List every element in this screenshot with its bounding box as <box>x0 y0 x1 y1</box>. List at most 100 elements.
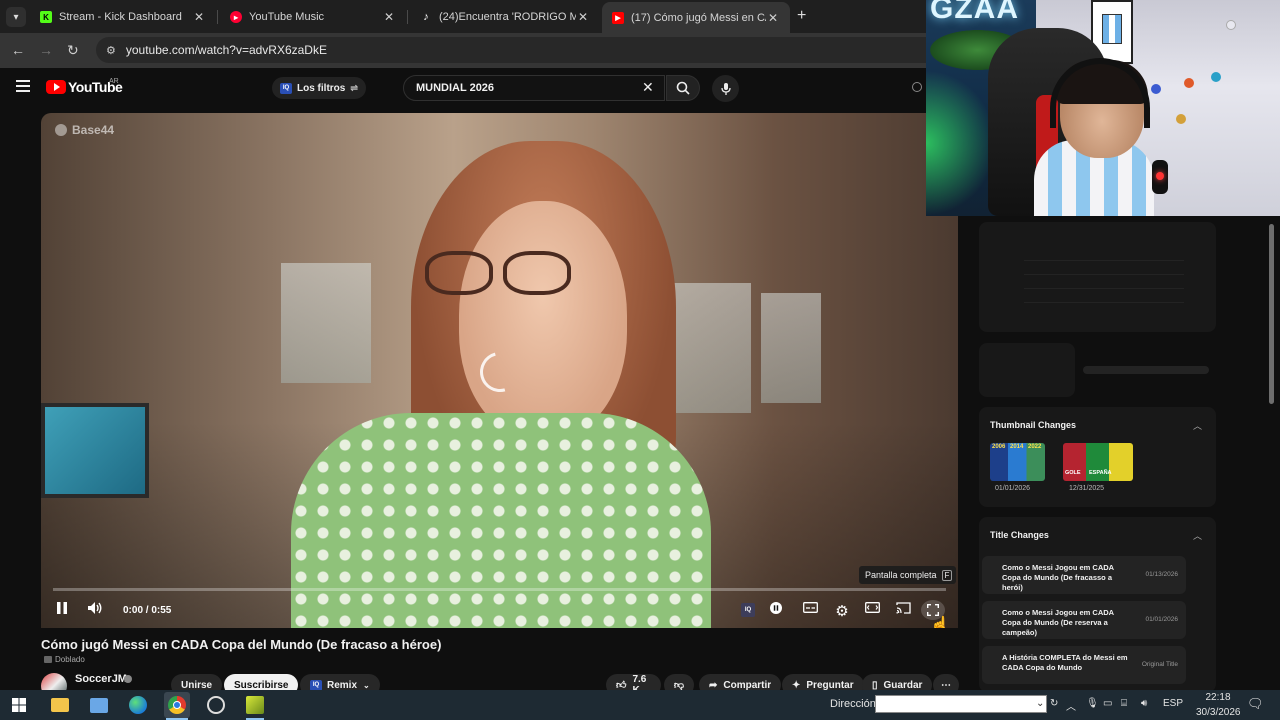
title-change-date: 01/01/2026 <box>1145 616 1178 623</box>
iq-player-button[interactable]: IQ <box>741 603 755 617</box>
collapse-chevron-icon[interactable]: ︿ <box>1193 419 1202 432</box>
scene-glasses <box>425 251 493 295</box>
scene-monitor <box>41 403 149 498</box>
back-arrow-icon[interactable]: ← <box>11 42 25 58</box>
thumbnail-old[interactable]: 2006 2014 2022 <box>990 443 1045 481</box>
title-changes-title: Title Changes <box>990 530 1049 540</box>
chevron-down-icon[interactable]: ⌄ <box>1036 698 1044 709</box>
tooltip-shortcut-key: F <box>941 569 953 581</box>
search-query: MUNDIAL 2026 <box>416 82 495 94</box>
watermark-text: Base44 <box>72 123 115 137</box>
cast-icon <box>895 602 911 614</box>
bookmark-icon: ▯ <box>872 679 878 691</box>
filters-button[interactable]: IQ Los filtros ⇌ <box>272 77 366 99</box>
collapse-chevron-icon[interactable]: ︿ <box>1193 529 1202 542</box>
settings-button[interactable]: ⚙ <box>834 602 850 620</box>
tab-youtube-video[interactable]: ▶ (17) Cómo jugó Messi en CADA ✕ <box>602 2 790 33</box>
fullscreen-tooltip: Pantalla completa F <box>859 566 957 584</box>
skeleton-bar <box>1083 366 1209 374</box>
tab-tiktok[interactable]: ♪ (24)Encuentra 'RODRIGO MORA ✕ <box>410 4 600 30</box>
menu-icon[interactable] <box>16 80 30 95</box>
tray-overflow-icon[interactable]: ︿ <box>1066 698 1076 713</box>
browser-toolbar: ← → ↻ ⚙ youtube.com/watch?v=advRX6zaDkE <box>0 33 926 68</box>
reload-icon[interactable]: ↻ <box>67 42 79 59</box>
game-icon <box>246 696 264 714</box>
close-tab-icon[interactable]: ✕ <box>192 10 206 24</box>
history-icon[interactable] <box>912 82 922 92</box>
close-tab-icon[interactable]: ✕ <box>576 10 590 24</box>
youtube-masthead: YouTube AR IQ Los filtros ⇌ MUNDIAL 2026… <box>0 68 926 108</box>
title-change-row[interactable]: Como o Messi Jogou em CADA Copa do Mundo… <box>982 601 1186 639</box>
share-arrow-icon: ➦ <box>709 679 718 691</box>
tab-kick-dashboard[interactable]: K Stream - Kick Dashboard ✕ <box>30 4 216 30</box>
cast-button[interactable] <box>895 602 911 614</box>
sticker <box>1151 84 1161 94</box>
tab-search-button[interactable]: ▾ <box>6 7 26 27</box>
scrollbar-thumb[interactable] <box>1269 224 1274 404</box>
language-indicator[interactable]: ESP <box>1163 698 1183 709</box>
edge-icon <box>129 696 147 714</box>
volume-button[interactable] <box>87 602 103 614</box>
close-tab-icon[interactable]: ✕ <box>382 10 396 24</box>
close-tab-icon[interactable]: ✕ <box>766 11 780 25</box>
skeleton-line <box>1024 260 1184 261</box>
new-tab-button[interactable]: + <box>797 7 806 25</box>
system-clock[interactable]: 22:18 30/3/2026 <box>1196 690 1241 720</box>
chrome-button[interactable] <box>164 692 190 718</box>
theater-mode-button[interactable] <box>864 602 880 613</box>
youtube-play-logo-icon <box>46 80 66 94</box>
iq-player-label: IQ <box>744 607 752 613</box>
subtitles-button[interactable] <box>802 602 818 613</box>
theater-mode-icon <box>864 602 880 613</box>
battery-icon[interactable]: ▭ <box>1103 698 1112 709</box>
tab-youtube-music[interactable]: ▸ YouTube Music ✕ <box>220 4 406 30</box>
voice-search-button[interactable] <box>712 75 739 102</box>
edge-button[interactable] <box>127 694 149 716</box>
refresh-icon[interactable]: ↻ <box>1050 698 1058 709</box>
taskbar-address-input[interactable] <box>875 695 1047 713</box>
obs-button[interactable] <box>205 694 227 716</box>
tiktok-icon: ♪ <box>423 11 429 23</box>
channel-name[interactable]: SoccerJM <box>75 673 127 685</box>
title-change-text: Como o Messi Jogou em CADA Copa do Mundo… <box>1002 563 1114 592</box>
progress-bar[interactable] <box>53 588 946 591</box>
sticker <box>1226 20 1236 30</box>
scene-woman-face <box>459 201 627 439</box>
title-change-row[interactable]: Como o Messi Jogou em CADA Copa do Mundo… <box>982 556 1186 594</box>
thumbnail-date: 12/31/2025 <box>1069 485 1105 492</box>
pause-button[interactable] <box>55 602 69 614</box>
start-button[interactable] <box>8 694 30 716</box>
clear-search-icon[interactable]: ✕ <box>642 79 654 96</box>
sticker <box>1184 78 1194 88</box>
verified-icon <box>124 675 132 683</box>
scene-window <box>671 283 751 413</box>
taskbar-app-button[interactable] <box>88 694 110 716</box>
webcam-green-light <box>926 70 996 216</box>
microphone-tray-icon[interactable]: 🎙︎ <box>1086 698 1099 709</box>
base44-logo-icon <box>55 124 67 136</box>
title-change-row[interactable]: A História COMPLETA do Messi em CADA Cop… <box>982 646 1186 684</box>
search-input[interactable]: MUNDIAL 2026 <box>403 75 665 101</box>
file-explorer-button[interactable] <box>49 694 71 716</box>
mouse-cursor-icon: ☝ <box>930 617 950 628</box>
search-button[interactable] <box>666 75 700 101</box>
site-info-icon[interactable]: ⚙ <box>106 44 116 57</box>
forward-arrow-icon[interactable]: → <box>39 42 53 58</box>
chevron-down-icon: ⌄ <box>363 680 370 690</box>
ask-label: Preguntar <box>806 679 854 691</box>
scene-window <box>281 263 371 383</box>
browser-tab-strip: ▾ K Stream - Kick Dashboard ✕ ▸ YouTube … <box>0 0 926 33</box>
video-player[interactable]: Base44 Pantalla completa F 0:00 / 0:55 I… <box>41 113 958 628</box>
autoplay-toggle[interactable] <box>769 602 783 614</box>
game-app-button[interactable] <box>244 694 266 716</box>
kick-icon: K <box>40 11 52 23</box>
speaker-icon[interactable]: 🔊︎ <box>1141 698 1147 709</box>
title-change-text: Como o Messi Jogou em CADA Copa do Mundo… <box>1002 608 1114 637</box>
notifications-icon[interactable]: 🗨︎ <box>1247 696 1264 712</box>
address-bar[interactable]: ⚙ youtube.com/watch?v=advRX6zaDkE <box>96 37 926 63</box>
skeleton-line <box>1024 288 1184 289</box>
thumbnail-date: 01/01/2026 <box>995 485 1031 492</box>
network-icon[interactable]: ⌸ <box>1121 698 1127 709</box>
filters-label: Los filtros <box>297 82 346 94</box>
thumbnail-new[interactable]: GOLE ESPAÑA <box>1063 443 1133 481</box>
